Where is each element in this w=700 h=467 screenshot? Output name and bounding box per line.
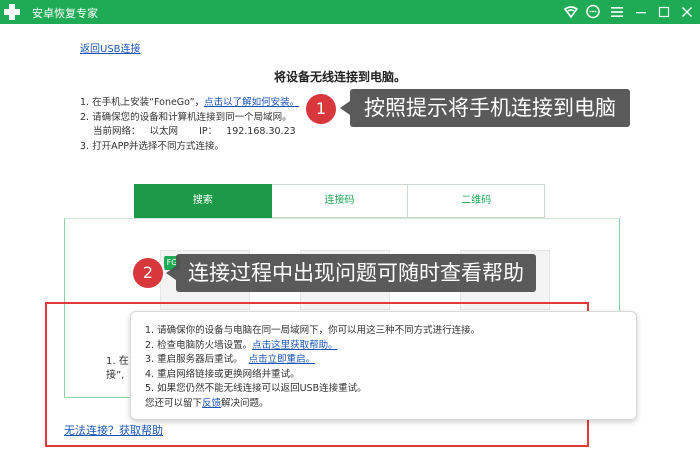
install-help-link[interactable]: 点击以了解如何安装。 [204,97,299,108]
connection-method-tabs: 搜索 连接码 二维码 [134,184,546,218]
page-heading: 将设备无线连接到电脑。 [273,70,406,84]
ip-label: IP： [199,126,218,137]
step-2: 2. 请确保您的设备和计算机连接到同一个局域网。 [80,111,292,123]
back-to-usb-link[interactable]: 返回USB连接 [80,40,141,55]
connection-steps: 1. 在手机上安装“FoneGo”，点击以了解如何安装。 2. 请确保您的设备和… [80,96,299,154]
cant-connect-help-link[interactable]: 无法连接？获取帮助 [64,422,163,438]
help-line-2-text: 2. 检查电脑防火墙设置。 [145,339,253,351]
tab-qr-code[interactable]: 二维码 [408,184,546,218]
maximize-icon[interactable] [656,4,672,20]
restart-now-link[interactable]: 点击立即重启。 [249,354,316,365]
step-1: 1. 在手机上安装“FoneGo”，点击以了解如何安装。 [80,96,299,111]
tab-search[interactable]: 搜索 [134,184,272,218]
help-line-2: 2. 检查电脑防火墙设置。点击这里获取帮助。 [145,339,622,354]
title-bar: 安卓恢复专家 [0,0,700,24]
callout-badge-2: 2 [133,258,163,288]
help-line-6-prefix: 您还可以留下 [145,397,203,409]
step-3: 3. 打开APP并选择不同方式连接。 [80,140,225,152]
network-label: 当前网络： [93,126,141,137]
help-line-4: 4. 重启网络链接或更换网络并重试。 [145,368,300,380]
help-line-6: 您还可以留下反馈解决问题。 [145,397,622,412]
callout-badge-1: 1 [306,94,336,124]
help-line-3: 3. 重启服务器后重试。 点击立即重启。 [145,353,622,368]
app-logo-icon [2,2,22,22]
ip-value: 192.168.30.23 [226,126,296,137]
chat-icon[interactable] [585,4,601,20]
network-info: 当前网络： 以太网 IP： 192.168.30.23 [80,125,299,140]
callout-bubble-1: 按照提示将手机连接到电脑 [340,89,630,127]
network-value: 以太网 [149,126,179,137]
close-icon[interactable] [679,4,695,20]
help-line-3-text: 3. 重启服务器后重试。 [145,354,243,365]
app-title: 安卓恢复专家 [32,7,98,20]
minimize-icon[interactable] [633,4,649,20]
help-tooltip: 1. 请确保你的设备与电脑在同一局域网下，你可以用这三种不同方式进行连接。 2.… [130,311,637,420]
help-line-6-suffix: 解决问题。 [221,397,269,409]
step-1-text: 1. 在手机上安装“FoneGo”， [80,97,205,108]
wifi-icon[interactable] [563,4,579,20]
menu-icon[interactable] [609,4,625,20]
tab-connection-code[interactable]: 连接码 [271,184,409,218]
help-line-5: 5. 如果您仍然不能无线连接可以返回USB连接重试。 [145,383,367,394]
firewall-help-link[interactable]: 点击这里获取帮助。 [252,340,338,351]
feedback-link[interactable]: 反馈 [202,398,221,409]
help-line-1: 1. 请确保你的设备与电脑在同一局域网下，你可以用这三种不同方式进行连接。 [145,325,481,336]
callout-bubble-2: 连接过程中出现问题可随时查看帮助 [166,254,536,292]
